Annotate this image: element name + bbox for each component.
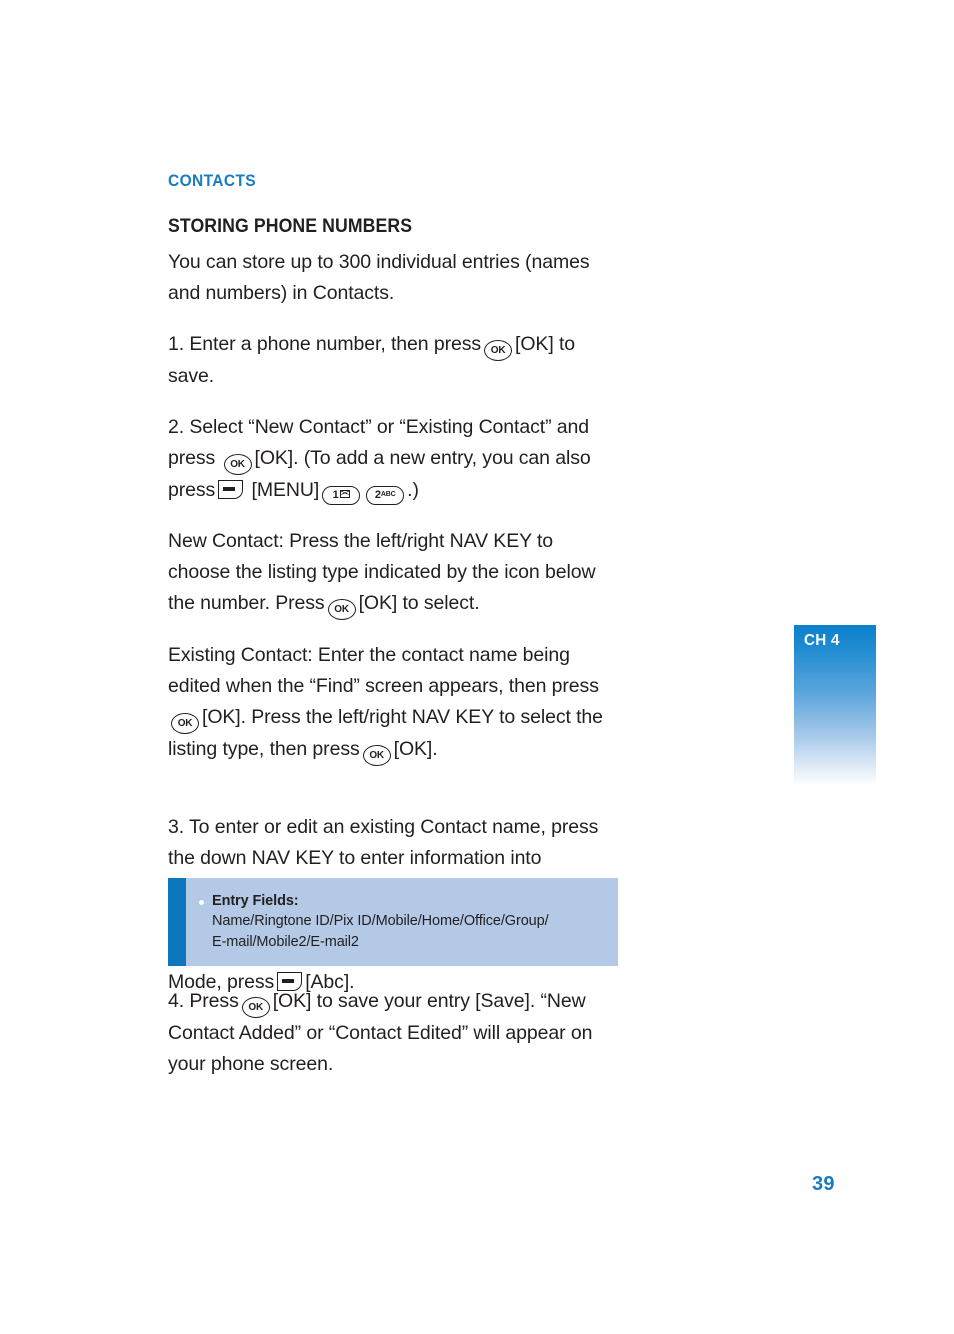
existing-contact-part-1: Existing Contact: Enter the contact name… (168, 643, 599, 697)
step-1: 1. Enter a phone number, then press OK [OK… (168, 329, 620, 392)
step-1-text-before: 1. Enter a phone number, then press (168, 332, 482, 355)
existing-contact-part-3: [OK]. (393, 737, 438, 760)
page-number: 39 (812, 1173, 835, 1195)
ok-key-icon: OK (223, 453, 252, 475)
new-contact-paragraph: New Contact: Press the left/right NAV KE… (168, 526, 620, 620)
page-title: STORING PHONE NUMBERS (168, 216, 413, 238)
new-contact-after: [OK] to select. (358, 591, 480, 614)
callout-accent-bar (168, 878, 186, 966)
step-2-end: .) (407, 478, 419, 501)
intro-paragraph: You can store up to 300 individual entri… (168, 250, 590, 304)
section-label: CONTACTS (168, 172, 257, 190)
key-1-icon: 1 (322, 485, 361, 505)
key-2-icon: 2ABC (366, 485, 405, 505)
ok-key-icon: OK (171, 712, 199, 734)
chapter-tab: CH 4 (794, 625, 876, 786)
bullet-icon (199, 900, 204, 905)
ok-key-icon: OK (327, 598, 356, 620)
entry-fields-callout: Entry Fields: Name/Ringtone ID/Pix ID/Mo… (168, 878, 618, 966)
ok-key-icon: OK (241, 997, 270, 1018)
callout-title: Entry Fields: (212, 893, 299, 909)
ok-key-icon: OK (362, 744, 391, 766)
step-2-menu-label: [MENU] (251, 478, 320, 501)
step-4: 4. Press OK [OK] to save your entry [Save]… (168, 986, 620, 1080)
chapter-tab-label: CH 4 (804, 632, 840, 649)
callout-line-2: E-mail/Mobile2/E-mail2 (212, 934, 359, 950)
step-4-before: 4. Press (168, 990, 239, 1012)
key-1-digit: 1 (332, 488, 339, 501)
key-2-letters: ABC (380, 490, 396, 498)
step-2: 2. Select “New Contact” or “Existing Con… (168, 412, 620, 506)
manual-page: CONTACTS STORING PHONE NUMBERS You can s… (0, 0, 954, 1334)
callout-line-1: Name/Ringtone ID/Pix ID/Mobile/Home/Offi… (212, 913, 549, 929)
content-column-lower: 4. Press OK [OK] to save your entry [Save]… (168, 986, 620, 1100)
ok-key-icon: OK (484, 339, 513, 361)
callout-body: Entry Fields: Name/Ringtone ID/Pix ID/Mo… (186, 878, 618, 966)
existing-contact-paragraph: Existing Contact: Enter the contact name… (168, 640, 620, 766)
soft-key-icon (218, 479, 244, 499)
envelope-icon (339, 489, 350, 498)
